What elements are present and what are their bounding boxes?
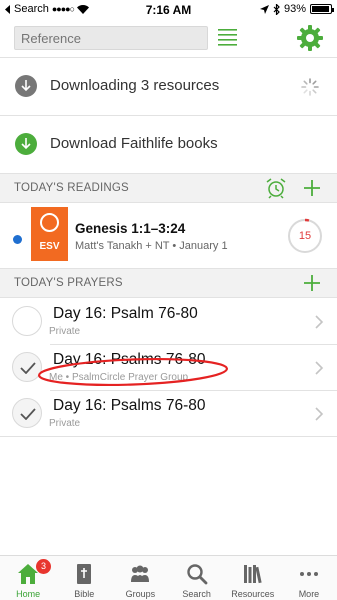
tab-label: Resources xyxy=(231,589,275,599)
download-faithlife-label: Download Faithlife books xyxy=(50,135,218,152)
download-faithlife-books-row[interactable]: Download Faithlife books xyxy=(0,116,337,172)
reference-search-input[interactable] xyxy=(14,26,208,50)
battery-percent: 93% xyxy=(283,3,306,15)
tab-label: Home xyxy=(16,589,41,599)
prayer-title: Day 16: Psalms 76-80 xyxy=(53,351,206,368)
book-cover-esv: ESV xyxy=(31,207,68,261)
status-right: 93% xyxy=(259,3,334,15)
reading-plan-row[interactable]: ESV Genesis 1:1–3:24 Matt's Tanakh + NT … xyxy=(0,203,337,269)
tab-search[interactable]: Search xyxy=(169,556,225,600)
prayer-row[interactable]: Day 16: Psalm 76-80 Private xyxy=(0,299,337,344)
tab-home[interactable]: 3 Home xyxy=(0,556,56,600)
tab-label: Bible xyxy=(74,589,95,599)
readings-header-title: TODAY'S READINGS xyxy=(14,182,129,194)
tab-resources[interactable]: Resources xyxy=(225,556,281,600)
book-version-label: ESV xyxy=(39,241,60,252)
battery-icon xyxy=(310,4,334,14)
list-icon[interactable] xyxy=(218,28,237,46)
prayer-subtitle: Me • PsalmCircle Prayer Group xyxy=(49,372,189,383)
downloading-label: Downloading 3 resources xyxy=(50,77,220,94)
tab-bar: 3 Home Bible Groups Search Resources Mor… xyxy=(0,555,337,600)
prayer-check-circle[interactable] xyxy=(12,352,42,382)
prayer-subtitle: Private xyxy=(49,326,81,337)
prayer-row[interactable]: Day 16: Psalms 76-80 Private xyxy=(0,391,337,436)
checkmark-icon xyxy=(20,362,36,374)
downloading-resources-row[interactable]: Downloading 3 resources xyxy=(0,58,337,114)
readings-section-header: TODAY'S READINGS xyxy=(0,173,337,203)
search-icon xyxy=(186,564,207,585)
notification-badge: 3 xyxy=(36,559,51,574)
prayer-check-circle[interactable] xyxy=(12,306,42,336)
tab-label: Search xyxy=(182,589,211,599)
top-bar xyxy=(0,20,337,57)
prayer-check-circle[interactable] xyxy=(12,398,42,428)
reading-subtitle: Matt's Tanakh + NT • January 1 xyxy=(75,240,228,252)
prayer-row[interactable]: Day 16: Psalms 76-80 Me • PsalmCircle Pr… xyxy=(0,345,337,390)
alarm-clock-icon[interactable] xyxy=(265,177,287,199)
status-bar: Search ●●●●○ 7:16 AM 93% xyxy=(0,0,337,20)
tab-groups[interactable]: Groups xyxy=(112,556,168,600)
battery-fill xyxy=(312,6,329,12)
prayers-section-header: TODAY'S PRAYERS xyxy=(0,268,337,298)
chevron-right-icon xyxy=(315,315,324,329)
location-arrow-icon xyxy=(259,4,269,14)
gear-icon[interactable] xyxy=(297,25,323,51)
chevron-right-icon xyxy=(315,361,324,375)
reading-title: Genesis 1:1–3:24 xyxy=(75,221,186,236)
unread-indicator-dot xyxy=(13,235,22,244)
download-arrow-icon xyxy=(15,75,37,97)
esv-logo-icon xyxy=(40,213,59,232)
more-icon xyxy=(299,572,318,576)
prayer-title: Day 16: Psalm 76-80 xyxy=(53,305,198,322)
checkmark-icon xyxy=(20,408,36,420)
reading-progress-number: 15 xyxy=(298,230,312,242)
bluetooth-icon xyxy=(273,3,280,15)
download-arrow-icon xyxy=(15,133,37,155)
tab-label: Groups xyxy=(125,589,156,599)
resources-icon xyxy=(243,565,262,584)
loading-spinner-icon xyxy=(301,78,319,96)
tab-bible[interactable]: Bible xyxy=(56,556,112,600)
tab-label: More xyxy=(298,589,320,599)
chevron-right-icon xyxy=(315,407,324,421)
groups-icon xyxy=(131,565,150,582)
prayer-subtitle: Private xyxy=(49,418,81,429)
add-prayer-plus-icon[interactable] xyxy=(303,274,321,292)
tab-more[interactable]: More xyxy=(281,556,337,600)
bible-icon xyxy=(77,564,92,584)
divider xyxy=(0,436,337,437)
prayer-title: Day 16: Psalms 76-80 xyxy=(53,397,206,414)
prayers-header-title: TODAY'S PRAYERS xyxy=(14,277,123,289)
add-reading-plus-icon[interactable] xyxy=(303,179,321,197)
